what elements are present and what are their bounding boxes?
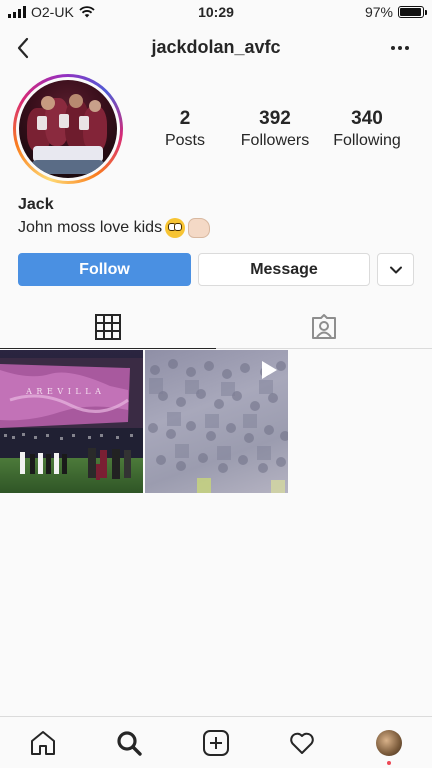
post-thumbnail[interactable]: A R E V I L L A <box>0 350 143 493</box>
tabbar-home[interactable] <box>27 727 59 759</box>
status-bar: O2-UK 10:29 97% <box>0 0 432 24</box>
bottom-tab-bar <box>0 716 432 768</box>
suggested-accounts-button[interactable] <box>377 253 414 286</box>
battery-icon <box>398 6 427 18</box>
profile-tabs <box>0 305 432 349</box>
profile-bio: John moss love kids <box>18 218 211 238</box>
stat-label: Followers <box>240 132 310 149</box>
add-post-icon <box>203 730 229 756</box>
more-dot <box>391 46 395 50</box>
stat-label: Posts <box>164 132 205 149</box>
bio-text: John moss love kids <box>18 219 163 236</box>
heart-icon <box>290 732 314 754</box>
profile-display-name: Jack <box>18 196 54 213</box>
profile-avatar[interactable] <box>13 74 123 184</box>
more-dot <box>398 46 402 50</box>
video-play-icon <box>262 361 277 379</box>
follow-button[interactable]: Follow <box>18 253 191 286</box>
flushed-face-emoji-icon <box>165 218 186 238</box>
banner-text: A R E V I L L A <box>25 387 102 396</box>
grid-icon <box>95 313 121 340</box>
tab-tagged[interactable] <box>216 305 432 349</box>
profile-username-title: jackdolan_avfc <box>151 37 281 57</box>
tabbar-new-post[interactable] <box>200 727 232 759</box>
video-post-thumbnail[interactable] <box>145 350 288 493</box>
nav-header: jackdolan_avfc <box>0 24 432 72</box>
tabbar-profile[interactable] <box>373 727 405 765</box>
tagged-icon <box>312 314 336 339</box>
stat-count: 392 <box>259 108 291 129</box>
notification-dot <box>387 761 391 765</box>
more-dot <box>405 46 409 50</box>
profile-stats: 2 Posts 392 Followers 340 Following <box>140 108 420 158</box>
avatar-ring-gap <box>16 77 120 181</box>
fist-emoji-icon <box>188 218 211 238</box>
battery-percent: 97% <box>364 4 393 20</box>
stat-following[interactable]: 340 Following <box>322 108 412 152</box>
tab-grid[interactable] <box>0 305 216 349</box>
chevron-down-icon <box>389 266 402 273</box>
stat-posts[interactable]: 2 Posts <box>140 108 230 152</box>
avatar-photo <box>19 80 117 178</box>
message-button[interactable]: Message <box>198 253 370 286</box>
stat-count: 2 <box>179 108 191 129</box>
stat-followers[interactable]: 392 Followers <box>230 108 320 152</box>
profile-screen: O2-UK 10:29 97% jackdolan_avfc 2 Posts 3… <box>0 0 432 768</box>
stadium-banner-photo: A R E V I L L A <box>0 350 143 493</box>
more-options-button[interactable] <box>388 38 412 58</box>
home-icon <box>31 731 55 755</box>
profile-avatar-small <box>376 730 402 756</box>
search-icon <box>117 731 142 756</box>
stat-count: 340 <box>351 108 383 129</box>
stat-label: Following <box>333 132 401 149</box>
tabbar-activity[interactable] <box>286 727 318 759</box>
battery-level-fill <box>400 8 422 16</box>
status-right: 97% <box>364 4 427 20</box>
tabbar-search[interactable] <box>113 727 145 759</box>
